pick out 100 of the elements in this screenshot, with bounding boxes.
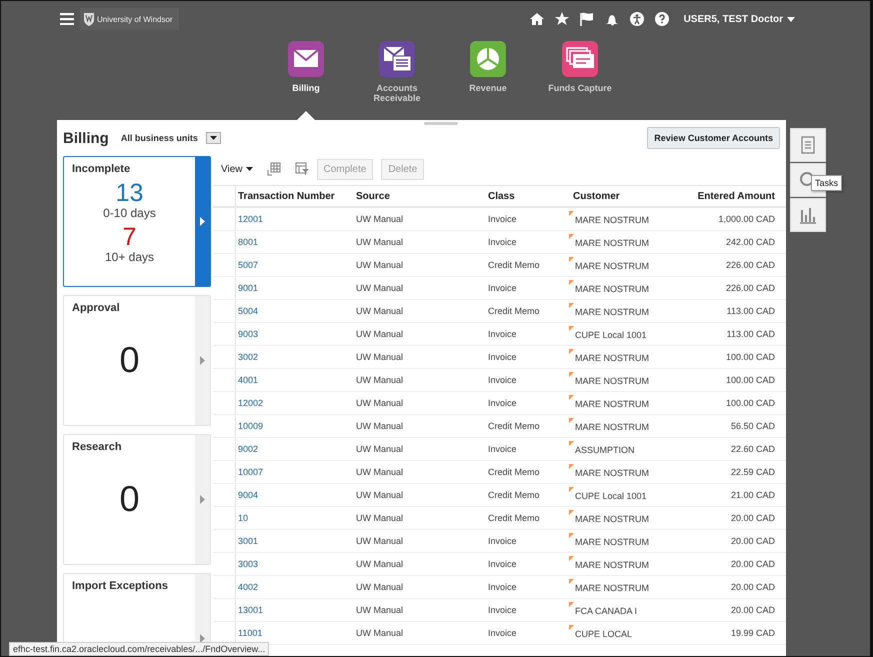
review-button[interactable]: Review Customer Accounts (647, 127, 780, 149)
infotile[interactable]: Incomplete 13 0-10 days 7 10+ days (63, 156, 211, 287)
logo[interactable]: University of Windsor (80, 8, 179, 30)
app-label[interactable]: Funds Capture (548, 83, 612, 93)
transaction-link[interactable]: 4001 (236, 375, 356, 385)
transaction-link[interactable]: 12001 (236, 214, 356, 224)
caret-icon (246, 167, 252, 171)
transaction-link[interactable]: 3003 (236, 559, 356, 569)
chart-icon (799, 206, 817, 224)
flag-icon (569, 533, 574, 538)
column-header[interactable]: Transaction Number (236, 190, 356, 202)
flag-icon (569, 303, 574, 308)
table-cell-text: UW Manual (356, 605, 404, 615)
transaction-link[interactable]: 9002 (236, 444, 356, 454)
accessibility-icon[interactable] (630, 12, 644, 26)
table-cell: MARE NOSTRUM (575, 307, 649, 317)
table-cell-text: 100.00 CAD (724, 375, 775, 385)
transaction-link[interactable]: 9003 (236, 329, 356, 339)
transaction-link[interactable]: 12002 (236, 398, 356, 408)
transaction-link[interactable]: 11001 (236, 628, 356, 638)
star-icon[interactable] (554, 12, 569, 26)
transaction-link[interactable]: 13001 (236, 605, 356, 615)
side-tab[interactable] (790, 128, 826, 162)
table-cell-text: Invoice (488, 237, 518, 247)
caret-icon (210, 136, 217, 140)
column-header[interactable]: Customer (573, 190, 683, 202)
help-icon[interactable] (654, 12, 669, 26)
transaction-link[interactable]: 5007 (236, 260, 356, 270)
table-cell-text: UW Manual (356, 352, 404, 362)
app-label[interactable]: Revenue (456, 83, 520, 93)
transaction-link[interactable]: 5004 (236, 306, 356, 316)
app-label[interactable]: Billing (274, 83, 338, 93)
arrow-icon (200, 217, 205, 226)
table-cell-text: Credit Memo (488, 421, 541, 431)
table-cell-text: 1,000.00 CAD (717, 214, 775, 224)
table-cell-text: Invoice (488, 444, 518, 454)
transaction-link[interactable]: 9004 (236, 490, 356, 500)
table-cell-text: Credit Memo (488, 490, 541, 500)
table-cell-text: UW Manual (356, 260, 404, 270)
table-cell-text: UW Manual (356, 421, 404, 431)
table-cell-text: Credit Memo (488, 260, 541, 270)
table-cell-text: 20.00 CAD (730, 582, 775, 592)
flag-icon (569, 602, 574, 607)
home-icon[interactable] (530, 12, 544, 26)
table-cell-text: 22.60 CAD (730, 444, 775, 454)
dropdown-button[interactable] (206, 132, 221, 144)
side-tab[interactable] (790, 198, 826, 232)
table-cell: CUPE LOCAL (575, 629, 632, 639)
flag-icon (569, 211, 574, 216)
infotile[interactable]: Approval 0 (63, 295, 211, 426)
app-icon[interactable] (562, 41, 598, 77)
tile-title: Approval (72, 302, 121, 314)
resize-handle[interactable] (424, 122, 458, 125)
table-cell: MARE NOSTRUM (575, 537, 649, 547)
view-menu[interactable]: View (221, 164, 252, 174)
table-cell-text: 21.00 CAD (730, 490, 775, 500)
table-cell: CUPE Local 1001 (575, 491, 647, 501)
table-cell-text: Credit Memo (488, 306, 541, 316)
transaction-link[interactable]: 3001 (236, 536, 356, 546)
table-cell-text: UW Manual (356, 375, 404, 385)
flag-icon (569, 579, 574, 584)
table-cell-text: Invoice (488, 352, 518, 362)
table-cell-text: Invoice (488, 559, 518, 569)
transaction-link[interactable]: 4002 (236, 582, 356, 592)
transaction-link[interactable]: 8001 (236, 237, 356, 247)
table-cell: MARE NOSTRUM (575, 399, 649, 409)
table-cell-text: Invoice (488, 375, 518, 385)
table-cell-text: 20.00 CAD (730, 536, 775, 546)
table-cell-text: Invoice (488, 582, 518, 592)
infotile[interactable]: Research 0 (63, 434, 211, 565)
app-icon[interactable] (379, 41, 415, 77)
filter-icon[interactable] (294, 162, 308, 176)
count-value: 0 (119, 481, 140, 517)
table-cell-text: 20.00 CAD (730, 513, 775, 523)
transaction-link[interactable]: 10009 (236, 421, 356, 431)
column-header[interactable]: Class (488, 190, 573, 202)
user-menu[interactable]: USER5, TEST Doctor (684, 14, 796, 24)
bell-icon[interactable] (604, 12, 619, 26)
business-unit-label: All business units (120, 133, 198, 143)
tile-title: Research (72, 441, 123, 453)
app-icon[interactable] (288, 41, 324, 77)
transaction-link[interactable]: 3002 (236, 352, 356, 362)
column-header[interactable]: Source (356, 190, 488, 202)
table-cell-text: 56.50 CAD (730, 421, 775, 431)
transaction-link[interactable]: 10007 (236, 467, 356, 477)
app-label[interactable]: Accounts Receivable (365, 83, 429, 103)
menu-icon[interactable] (60, 13, 74, 25)
table-cell-text: 100.00 CAD (724, 352, 775, 362)
flag-icon (569, 418, 574, 423)
transaction-link[interactable]: 10 (236, 513, 356, 523)
flag-icon (569, 441, 574, 446)
freeze-columns-icon[interactable] (266, 162, 280, 176)
transaction-link[interactable]: 9001 (236, 283, 356, 293)
column-header[interactable]: Entered Amount (683, 190, 775, 202)
flag-icon[interactable] (580, 12, 594, 26)
table-cell-text: Invoice (488, 283, 518, 293)
app-icon[interactable] (470, 41, 506, 77)
table-cell: FCA CANADA I (575, 606, 638, 616)
table-cell-text: 113.00 CAD (726, 329, 775, 339)
table-cell-text: Credit Memo (488, 467, 541, 477)
